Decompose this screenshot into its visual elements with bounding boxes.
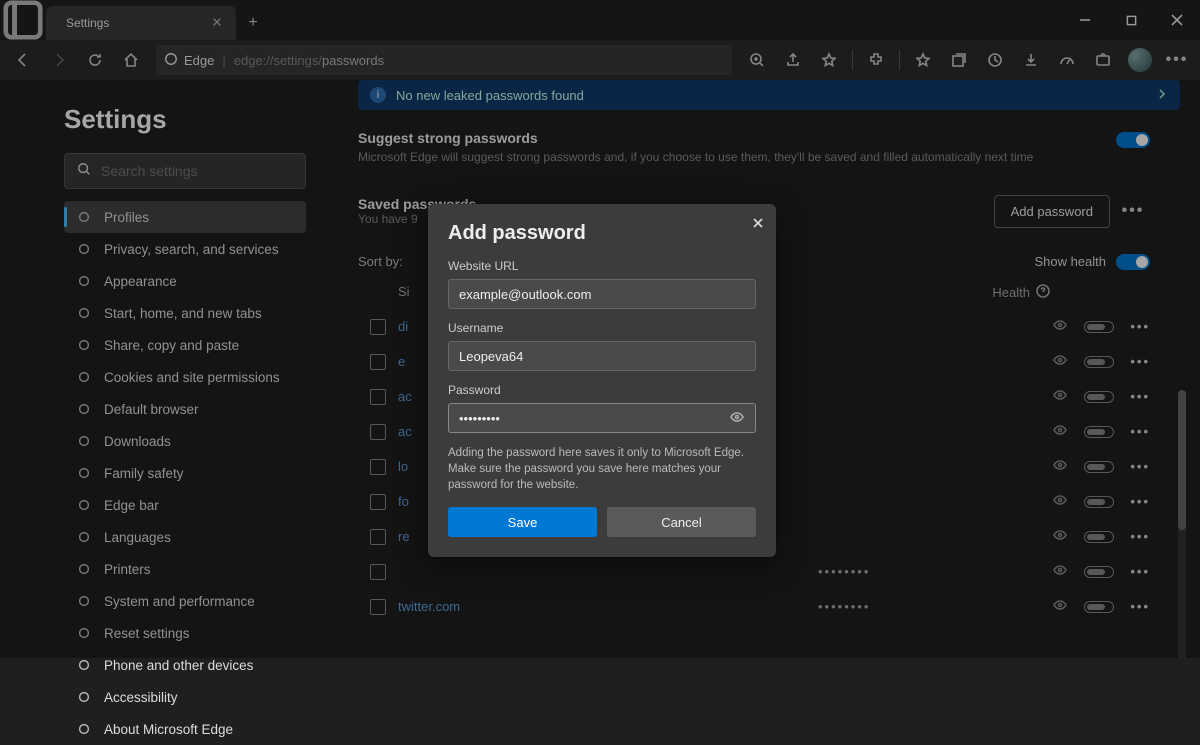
username-input[interactable] — [459, 349, 745, 364]
access-icon — [76, 689, 92, 705]
password-input[interactable] — [459, 411, 729, 426]
sidebar-item-accessibility[interactable]: Accessibility — [64, 681, 306, 713]
cancel-button[interactable]: Cancel — [607, 507, 756, 537]
phone-icon — [76, 657, 92, 673]
modal-close-button[interactable] — [752, 216, 764, 232]
save-button[interactable]: Save — [448, 507, 597, 537]
url-input[interactable] — [459, 287, 745, 302]
reveal-password-icon[interactable] — [729, 409, 745, 428]
username-label: Username — [448, 321, 756, 335]
password-field[interactable] — [448, 403, 756, 433]
modal-hint: Adding the password here saves it only t… — [448, 445, 756, 493]
password-label: Password — [448, 383, 756, 397]
url-field[interactable] — [448, 279, 756, 309]
add-password-modal: Add password Website URL Username Passwo… — [428, 204, 776, 557]
username-field[interactable] — [448, 341, 756, 371]
url-label: Website URL — [448, 259, 756, 273]
sidebar-item-label: About Microsoft Edge — [104, 722, 233, 737]
modal-title: Add password — [448, 222, 756, 245]
edge-icon — [76, 721, 92, 737]
sidebar-item-about-microsoft-edge[interactable]: About Microsoft Edge — [64, 713, 306, 745]
sidebar-item-label: Accessibility — [104, 690, 178, 705]
sidebar-item-label: Phone and other devices — [104, 658, 253, 673]
